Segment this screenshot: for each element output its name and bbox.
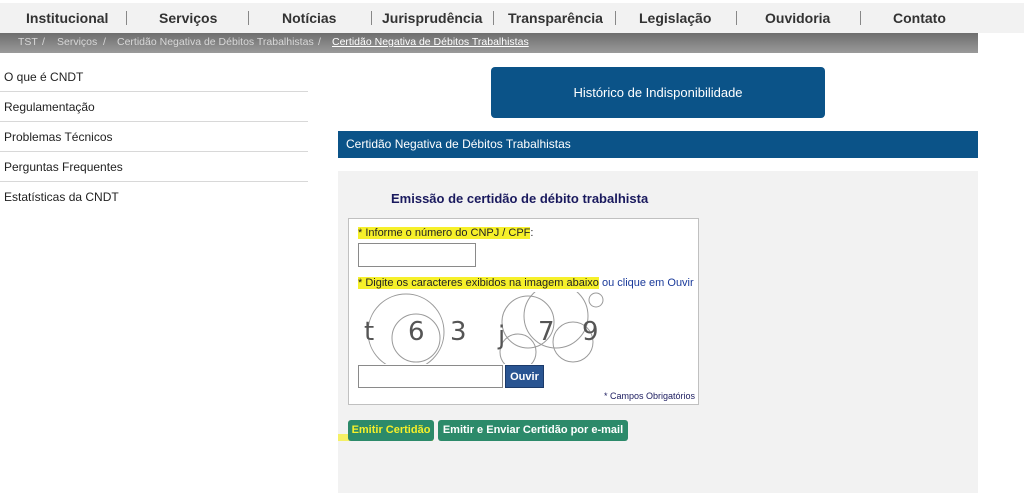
emit-certificate-button[interactable]: Emitir Certidão xyxy=(348,420,434,441)
captcha-char: t xyxy=(364,317,374,347)
nav-item-noticias[interactable]: Notícias xyxy=(282,3,336,33)
cnpj-label: * Informe o número do CNPJ / CPF: xyxy=(358,227,533,239)
section-header: Certidão Negativa de Débitos Trabalhista… xyxy=(338,131,978,158)
captcha-char: 9 xyxy=(582,317,599,347)
nav-item-jurisprudencia[interactable]: Jurisprudência xyxy=(382,3,482,33)
nav-separator xyxy=(248,11,249,25)
captcha-char: 6 xyxy=(408,317,425,347)
sidebar-item-problemas-tecnicos[interactable]: Problemas Técnicos xyxy=(0,122,308,152)
captcha-input[interactable] xyxy=(358,365,503,388)
breadcrumb-separator: / xyxy=(103,36,106,48)
sidebar-item-perguntas-frequentes[interactable]: Perguntas Frequentes xyxy=(0,152,308,182)
breadcrumb-item-tst[interactable]: TST xyxy=(18,33,38,51)
captcha-char: 7 xyxy=(538,317,555,347)
breadcrumb-separator: / xyxy=(318,36,321,48)
cnpj-label-text: * Informe o número do CNPJ / CPF xyxy=(358,227,531,239)
breadcrumb-separator: / xyxy=(42,36,45,48)
nav-separator xyxy=(860,11,861,25)
nav-item-contato[interactable]: Contato xyxy=(893,3,946,33)
captcha-char: 3 xyxy=(450,317,467,347)
nav-item-transparencia[interactable]: Transparência xyxy=(508,3,603,33)
form-title: Emissão de certidão de débito trabalhist… xyxy=(391,191,649,206)
captcha-label: * Digite os caracteres exibidos na image… xyxy=(358,277,694,289)
sidebar: O que é CNDT Regulamentação Problemas Té… xyxy=(0,62,308,212)
nav-separator xyxy=(736,11,737,25)
required-fields-note: * Campos Obrigatórios xyxy=(604,391,696,401)
captcha-image: t 6 3 j 7 9 xyxy=(358,292,608,364)
sidebar-item-regulamentacao[interactable]: Regulamentação xyxy=(0,92,308,122)
breadcrumb: TST / Serviços / Certidão Negativa de Dé… xyxy=(0,33,978,53)
sidebar-item-estatisticas[interactable]: Estatísticas da CNDT xyxy=(0,182,308,212)
captcha-listen-link[interactable]: ou clique em Ouvir xyxy=(599,277,694,289)
sidebar-item-o-que-e-cndt[interactable]: O que é CNDT xyxy=(0,62,308,92)
nav-separator xyxy=(371,11,372,25)
cnpj-input[interactable] xyxy=(358,243,476,267)
nav-item-servicos[interactable]: Serviços xyxy=(159,3,217,33)
nav-separator xyxy=(126,11,127,25)
breadcrumb-item-servicos[interactable]: Serviços xyxy=(57,33,97,51)
captcha-char: j xyxy=(497,321,505,351)
nav-separator xyxy=(615,11,616,25)
nav-item-institucional[interactable]: Institucional xyxy=(26,3,108,33)
emit-email-certificate-button[interactable]: Emitir e Enviar Certidão por e-mail xyxy=(438,420,628,441)
nav-item-legislacao[interactable]: Legislação xyxy=(639,3,711,33)
top-navigation: Institucional Serviços Notícias Jurispru… xyxy=(0,3,1024,33)
history-unavailability-button[interactable]: Histórico de Indisponibilidade xyxy=(491,67,825,118)
listen-button[interactable]: Ouvir xyxy=(505,365,544,388)
nav-separator xyxy=(493,11,494,25)
cnpj-label-colon: : xyxy=(530,227,534,239)
breadcrumb-current[interactable]: Certidão Negativa de Débitos Trabalhista… xyxy=(332,33,529,51)
breadcrumb-item-cndt[interactable]: Certidão Negativa de Débitos Trabalhista… xyxy=(117,33,314,51)
nav-item-ouvidoria[interactable]: Ouvidoria xyxy=(765,3,830,33)
captcha-label-text: * Digite os caracteres exibidos na image… xyxy=(358,277,599,289)
